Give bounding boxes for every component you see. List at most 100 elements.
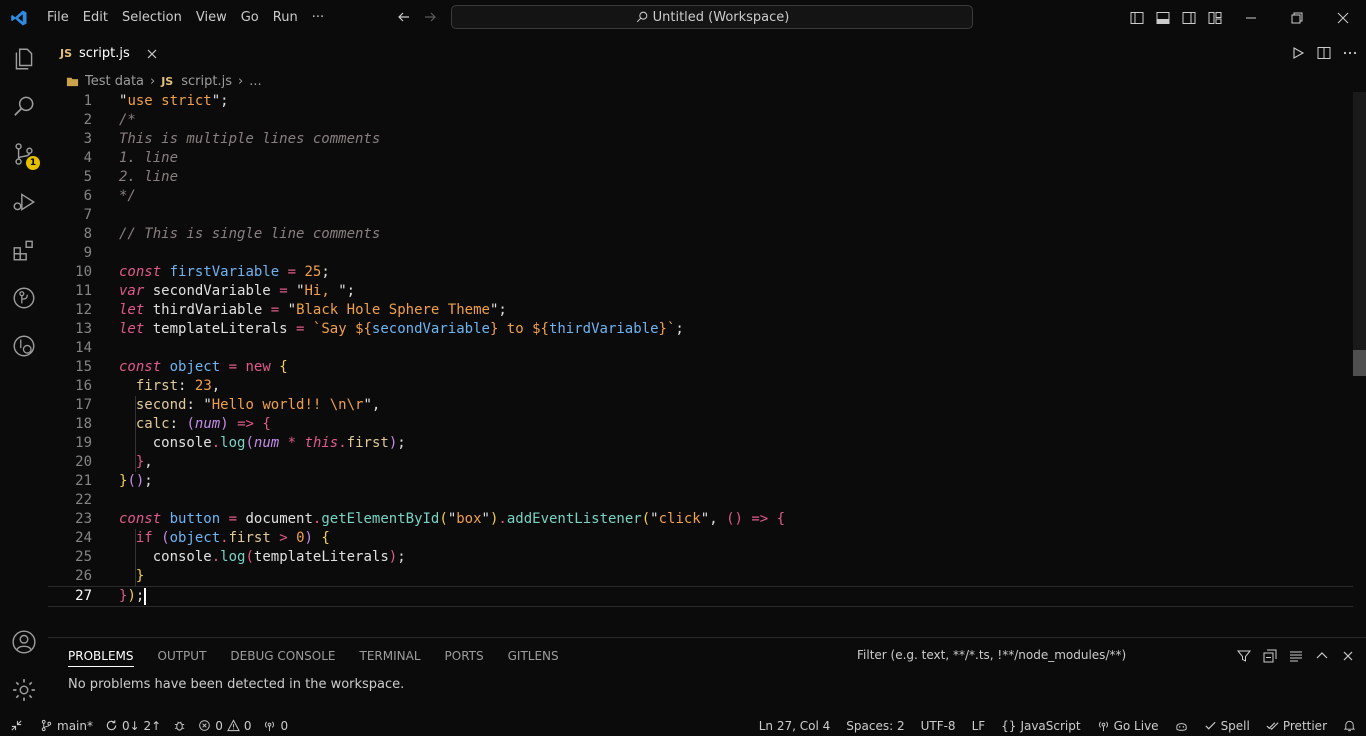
code-line: 19 console.log(num * this.first); xyxy=(48,434,1353,453)
tab-gitlens[interactable]: GITLENS xyxy=(508,649,559,663)
line-number: 13 xyxy=(75,321,92,337)
menu-file[interactable]: File xyxy=(40,10,76,25)
scm-badge: 1 xyxy=(26,156,40,170)
ports-status[interactable]: 0 xyxy=(263,719,288,733)
line-number: 10 xyxy=(75,264,92,280)
more-actions-icon[interactable] xyxy=(1342,45,1358,61)
search-button[interactable] xyxy=(0,82,48,130)
tab-output[interactable]: OUTPUT xyxy=(158,649,207,663)
sync-status[interactable]: 0↓ 2↑ xyxy=(105,719,161,733)
breadcrumb-more[interactable]: ... xyxy=(249,74,261,89)
indentation-status[interactable]: Spaces: 2 xyxy=(846,719,904,733)
debug-status[interactable] xyxy=(173,719,186,732)
scrollbar-track[interactable] xyxy=(1353,92,1366,376)
line-number: 17 xyxy=(75,397,92,413)
toggle-panel-button[interactable] xyxy=(1150,0,1176,35)
customize-layout-button[interactable] xyxy=(1202,0,1228,35)
code-line: 17 second: "Hello world!! \n\r", xyxy=(48,396,1353,415)
menu-selection[interactable]: Selection xyxy=(115,10,189,25)
cursor-position[interactable]: Ln 27, Col 4 xyxy=(759,719,831,733)
toggle-primary-sidebar-button[interactable] xyxy=(1124,0,1150,35)
remote-indicator-button[interactable] xyxy=(0,715,32,736)
branch-status[interactable]: main* xyxy=(40,719,93,733)
gitlens-inspect-button[interactable] xyxy=(0,322,48,370)
problems-status[interactable]: 0 0 xyxy=(198,719,251,733)
back-arrow-icon[interactable] xyxy=(396,9,412,25)
line-number: 12 xyxy=(75,302,92,318)
code-line: 1 "use strict"; xyxy=(48,92,1353,111)
prettier-status[interactable]: Prettier xyxy=(1266,719,1327,733)
source-control-button[interactable]: 1 xyxy=(0,130,48,178)
tab-ports[interactable]: PORTS xyxy=(445,649,484,663)
notifications-button[interactable] xyxy=(1343,719,1356,732)
sync-icon xyxy=(106,720,117,731)
breadcrumb-folder[interactable]: Test data xyxy=(85,74,144,89)
menu-go[interactable]: Go xyxy=(234,10,266,25)
menu-view[interactable]: View xyxy=(189,10,234,25)
go-live-button[interactable]: Go Live xyxy=(1097,719,1159,733)
sync-counts: 0↓ 2↑ xyxy=(121,718,162,733)
panel-actions xyxy=(1236,648,1356,664)
error-icon xyxy=(199,720,210,731)
close-icon[interactable] xyxy=(1340,648,1356,664)
line-number: 18 xyxy=(75,416,92,432)
language-mode[interactable]: {} JavaScript xyxy=(1001,719,1080,733)
breadcrumb-file[interactable]: script.js xyxy=(181,74,232,89)
split-editor-icon[interactable] xyxy=(1316,45,1332,61)
line-number: 6 xyxy=(83,188,92,204)
ports-count: 0 xyxy=(280,718,289,733)
line-code: console.log(templateLiterals); xyxy=(152,549,406,565)
line-number: 4 xyxy=(83,150,92,166)
explorer-button[interactable] xyxy=(0,35,48,83)
maximize-panel-icon[interactable] xyxy=(1314,648,1330,664)
run-debug-button[interactable] xyxy=(0,178,48,226)
toggle-secondary-sidebar-button[interactable] xyxy=(1176,0,1202,35)
line-code: second: "Hello world!! \n\r", xyxy=(135,397,381,413)
title-bar: File Edit Selection View Go Run ··· Unti… xyxy=(0,0,1366,35)
copilot-icon xyxy=(1175,723,1187,731)
tab-script-js[interactable]: JS script.js xyxy=(48,35,169,71)
collapse-all-icon[interactable] xyxy=(1262,648,1278,664)
tab-close-button[interactable] xyxy=(145,47,159,61)
run-icon[interactable] xyxy=(1290,45,1306,61)
menu-more[interactable]: ··· xyxy=(305,10,331,25)
manage-button[interactable] xyxy=(0,666,48,714)
line-code: }); xyxy=(119,587,147,605)
problems-filter-input[interactable]: Filter (e.g. text, **/*.ts, !**/node_mod… xyxy=(857,648,1126,662)
menu-run[interactable]: Run xyxy=(266,10,305,25)
line-code: calc: (num) => { xyxy=(135,416,271,432)
line-code: /* xyxy=(119,112,136,128)
restore-button[interactable] xyxy=(1274,0,1320,35)
gitlens-button[interactable] xyxy=(0,274,48,322)
tab-debug-console[interactable]: DEBUG CONSOLE xyxy=(230,649,335,663)
code-line: 22 xyxy=(48,491,1353,510)
tab-problems[interactable]: PROBLEMS xyxy=(68,649,134,667)
minimize-button[interactable] xyxy=(1228,0,1274,35)
line-number: 15 xyxy=(75,359,92,375)
code-line: 2 /* xyxy=(48,111,1353,130)
menu-edit[interactable]: Edit xyxy=(76,10,115,25)
copilot-status[interactable] xyxy=(1175,719,1188,732)
line-code: } xyxy=(135,568,145,584)
code-line: 23 const button = document.getElementById… xyxy=(48,510,1353,529)
close-window-button[interactable] xyxy=(1320,0,1366,35)
code-editor[interactable]: 1 "use strict"; 2 /* 3 This is multiple lin… xyxy=(48,92,1366,636)
line-code: const object = new { xyxy=(119,359,288,375)
spell-check-status[interactable]: Spell xyxy=(1204,719,1250,733)
tab-terminal[interactable]: TERMINAL xyxy=(360,649,421,663)
view-as-list-icon[interactable] xyxy=(1288,648,1304,664)
code-line: 7 xyxy=(48,206,1353,225)
accounts-button[interactable] xyxy=(0,618,48,666)
broadcast-icon xyxy=(1098,721,1108,732)
go-live-label: Go Live xyxy=(1113,718,1159,733)
filter-icon[interactable] xyxy=(1236,648,1252,664)
eol-status[interactable]: LF xyxy=(972,719,986,733)
line-number: 8 xyxy=(83,226,92,242)
extensions-icon xyxy=(13,240,33,261)
command-center[interactable]: Untitled (Workspace) xyxy=(451,5,973,29)
scrollbar-thumb[interactable] xyxy=(1353,350,1366,376)
breadcrumb-separator: › xyxy=(150,73,156,89)
extensions-button[interactable] xyxy=(0,226,48,274)
forward-arrow-icon[interactable] xyxy=(422,9,438,25)
encoding-status[interactable]: UTF-8 xyxy=(921,719,956,733)
